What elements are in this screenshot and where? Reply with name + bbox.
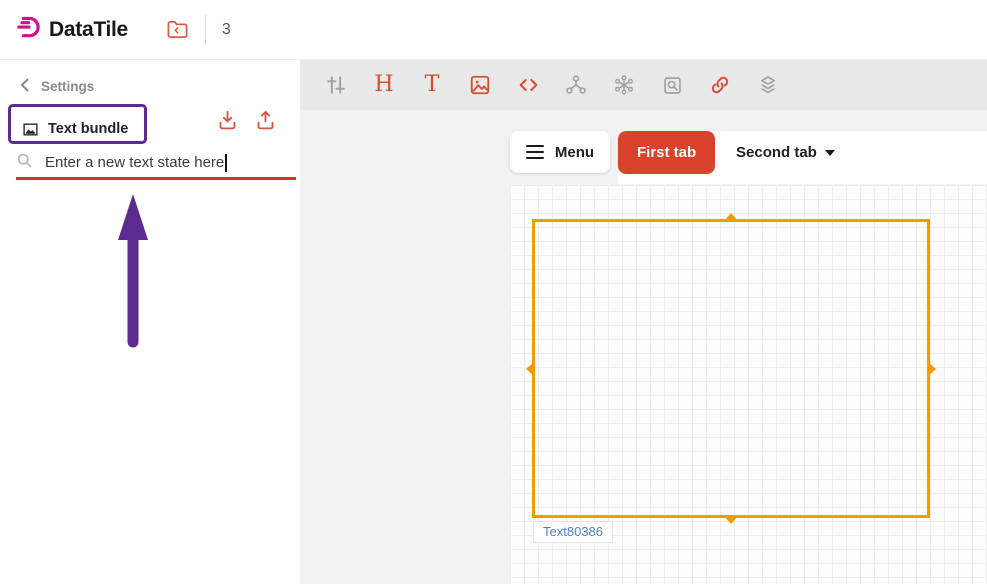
widget-toolbar: H T xyxy=(300,60,987,110)
search-box-icon[interactable] xyxy=(648,60,696,110)
tab-bar: First tab Second tab xyxy=(618,131,987,184)
image-icon xyxy=(22,121,39,138)
purple-up-arrow xyxy=(113,192,153,355)
text-letter: T xyxy=(425,74,440,96)
new-text-state-input[interactable]: Enter a new text state here xyxy=(16,148,296,180)
upload-icon[interactable] xyxy=(255,109,276,132)
resize-handle-top[interactable] xyxy=(724,213,738,221)
menu-button[interactable]: Menu xyxy=(510,131,610,173)
hub-icon[interactable] xyxy=(600,60,648,110)
dashboard-count: 3 xyxy=(222,21,231,39)
menu-button-label: Menu xyxy=(555,144,594,161)
tune-icon[interactable] xyxy=(312,60,360,110)
sidebar: Settings Text bundle xyxy=(0,60,300,584)
text-bundle-label: Text bundle xyxy=(48,121,128,137)
selected-text-widget[interactable] xyxy=(532,219,930,518)
layers-icon[interactable] xyxy=(744,60,792,110)
heading-letter: H xyxy=(374,74,393,96)
folder-back-icon[interactable] xyxy=(166,19,189,40)
datatile-logo-icon xyxy=(16,14,42,45)
resize-handle-right[interactable] xyxy=(928,362,936,376)
grid-canvas[interactable]: Text80386 xyxy=(510,185,987,584)
tab-first-label: First tab xyxy=(637,144,696,161)
tab-second[interactable]: Second tab xyxy=(722,131,849,174)
app-header: DataTile 3 xyxy=(0,0,987,60)
chevron-left-icon xyxy=(20,78,29,95)
text-cursor xyxy=(225,154,227,172)
settings-back-link[interactable]: Settings xyxy=(0,60,300,95)
search-icon xyxy=(16,152,33,174)
text-bundle-row[interactable]: Text bundle xyxy=(0,107,300,151)
link-icon[interactable] xyxy=(696,60,744,110)
tab-first[interactable]: First tab xyxy=(618,131,715,174)
header-divider xyxy=(205,15,206,45)
network-icon[interactable] xyxy=(552,60,600,110)
settings-back-label: Settings xyxy=(41,79,94,94)
brand-name: DataTile xyxy=(49,18,128,42)
resize-handle-left[interactable] xyxy=(526,362,534,376)
image-widget-icon[interactable] xyxy=(456,60,504,110)
dashboard-area: Menu First tab Second tab Text80386 xyxy=(300,110,987,584)
download-icon[interactable] xyxy=(217,109,238,132)
resize-handle-bottom[interactable] xyxy=(724,516,738,524)
widget-name-label: Text80386 xyxy=(533,521,613,543)
heading-icon[interactable]: H xyxy=(360,60,408,110)
chevron-down-icon xyxy=(825,150,835,156)
code-icon[interactable] xyxy=(504,60,552,110)
hamburger-icon xyxy=(526,145,544,160)
text-icon[interactable]: T xyxy=(408,60,456,110)
tab-second-label: Second tab xyxy=(736,144,817,161)
app-logo[interactable]: DataTile xyxy=(16,14,128,45)
input-value: Enter a new text state here xyxy=(45,154,224,171)
